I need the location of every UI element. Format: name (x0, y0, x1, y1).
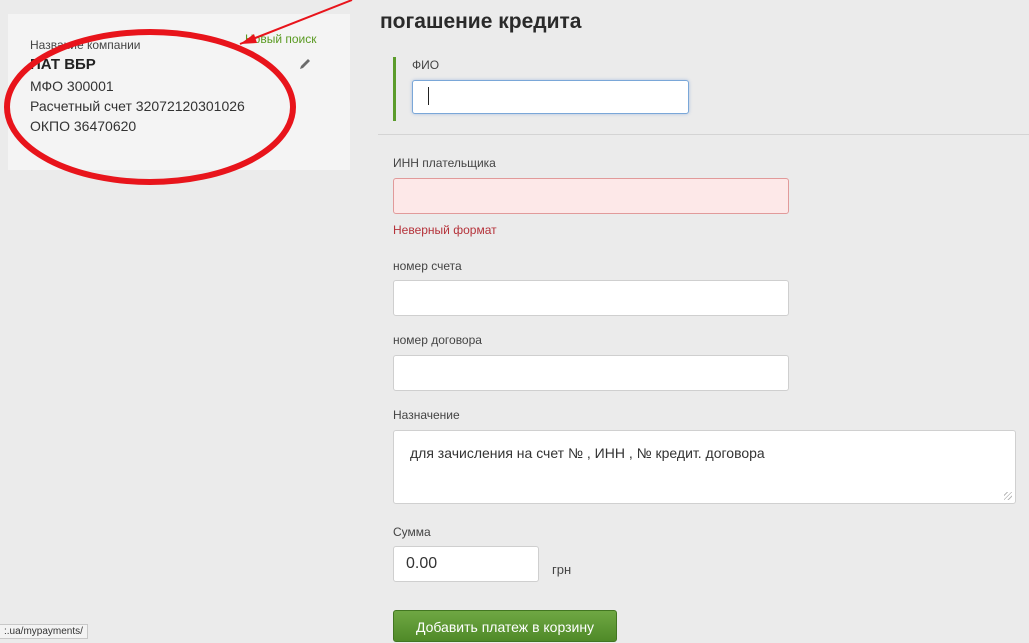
contract-number-label: номер договора (393, 333, 482, 347)
text-caret (428, 87, 429, 105)
resize-grip-icon[interactable] (1004, 492, 1012, 500)
red-annotation-overlay (4, 0, 353, 185)
account-number-input[interactable] (393, 280, 789, 316)
account-number-label: номер счета (393, 259, 462, 273)
purpose-label: Назначение (393, 408, 460, 422)
amount-label: Сумма (393, 525, 431, 539)
fio-label: ФИО (412, 58, 440, 72)
add-to-cart-button[interactable]: Добавить платеж в корзину (393, 610, 617, 642)
inn-input[interactable] (393, 178, 789, 214)
currency-label: грн (552, 562, 572, 577)
fio-input[interactable] (412, 80, 689, 114)
inn-label: ИНН плательщика (393, 156, 496, 170)
purpose-textarea[interactable]: для зачисления на счет № , ИНН , № креди… (393, 430, 1016, 504)
amount-value: 0.00 (406, 555, 438, 572)
active-field-indicator (393, 57, 396, 121)
amount-input[interactable]: 0.00 (393, 546, 539, 582)
contract-number-input[interactable] (393, 355, 789, 391)
purpose-value: для зачисления на счет № , ИНН , № креди… (410, 445, 765, 461)
page-title: погашение кредита (380, 10, 582, 33)
section-divider (378, 134, 1029, 135)
inn-error-message: Неверный формат (393, 223, 497, 237)
